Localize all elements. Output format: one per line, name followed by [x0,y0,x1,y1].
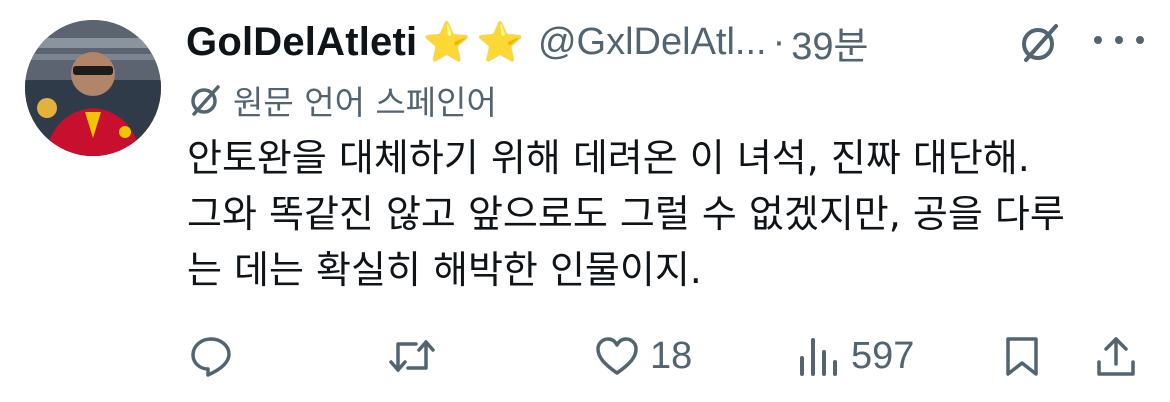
heart-icon [596,337,638,375]
translation-label: 원문 언어 스페인어 [233,83,497,122]
tweet-line: 그와 똑같진 않고 앞으로도 그럴 수 없겠지만, 공을 다루 [187,192,1065,236]
grok-icon[interactable] [1018,20,1062,64]
retweet-icon [389,340,435,372]
share-icon [1097,337,1135,376]
views-count: 597 [851,334,915,377]
more-options-icon[interactable] [1094,20,1144,60]
timestamp[interactable]: 39분 [791,15,868,70]
display-name[interactable]: GolDelAtleti [186,20,417,65]
grok-translate-icon [191,85,220,116]
user-handle[interactable]: @GxlDelAtl... [538,21,767,64]
bookmark-button[interactable] [1000,324,1044,388]
views-icon [800,338,837,376]
action-bar: 18 597 [0,324,1170,388]
translation-indicator[interactable]: 원문 언어 스페인어 [187,74,497,126]
more-dot [1115,36,1123,44]
star-emoji: ⭐ [423,20,471,64]
more-dot [1094,36,1102,44]
reply-button[interactable] [189,324,243,388]
retweet-button[interactable] [388,324,446,388]
reply-icon [191,337,231,377]
more-dot [1136,36,1144,44]
avatar[interactable] [25,20,161,156]
avatar-image [25,20,161,156]
like-button[interactable]: 18 [594,324,692,388]
tweet-line: 안토완을 대체하기 위해 데려온 이 녀석, 진짜 대단해. [187,136,1030,180]
share-button[interactable] [1094,324,1138,388]
separator-dot: · [772,20,786,63]
star-emoji: ⭐ [476,20,524,64]
like-count: 18 [650,334,693,377]
bookmark-icon [1006,337,1038,376]
tweet-text: 안토완을 대체하기 위해 데려온 이 녀석, 진짜 대단해. 그와 똑같진 않고… [187,130,1147,298]
tweet-line: 는 데는 확실히 해박한 인물이지. [187,248,702,292]
views-button[interactable]: 597 [797,324,914,388]
